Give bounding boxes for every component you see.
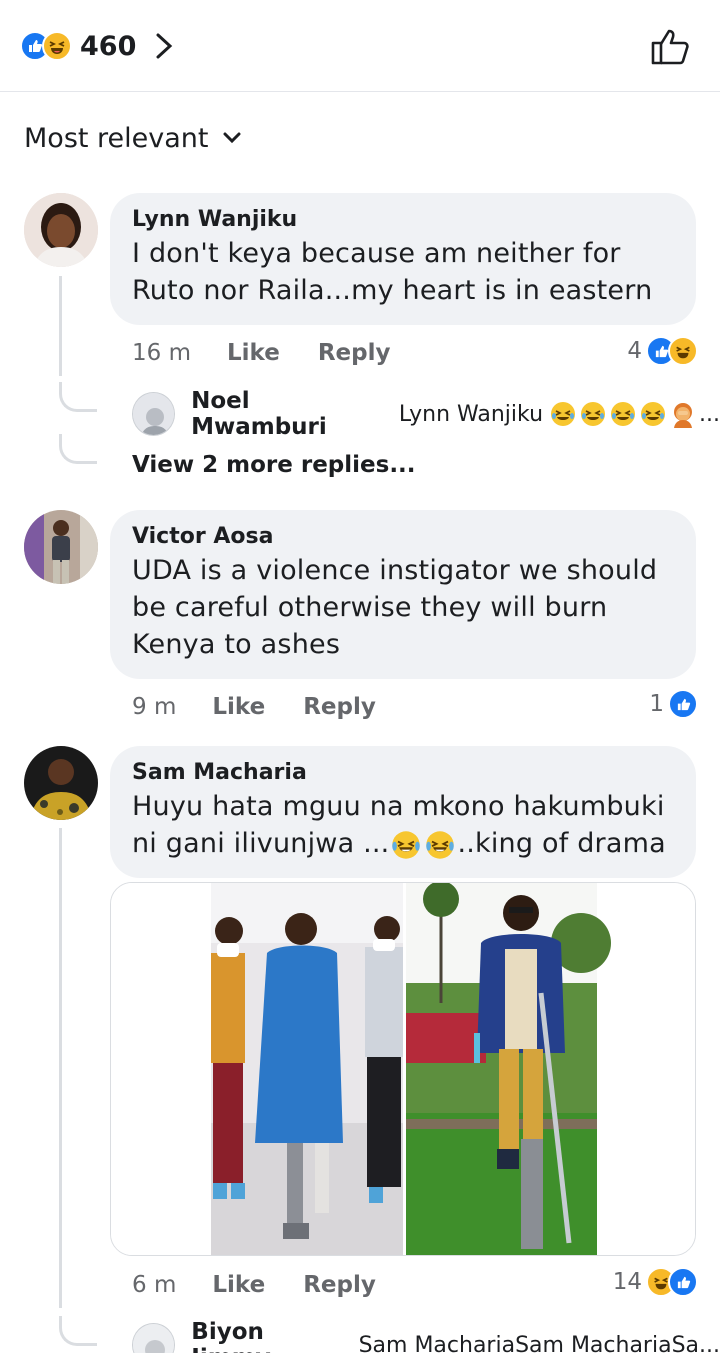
emoji-row (549, 400, 697, 428)
comment-text: Huyu hata mguu na mkono hakumbuki ni gan… (132, 788, 674, 862)
reply-text: Lynn Wanjiku (398, 401, 544, 427)
comment-text-end: ..king of drama (457, 828, 666, 859)
avatar[interactable] (24, 510, 98, 584)
chevron-right-icon (156, 33, 173, 59)
avatar[interactable] (132, 392, 176, 436)
comment-reactions[interactable]: 14 (613, 1267, 698, 1297)
reply-button[interactable]: Reply (318, 340, 391, 366)
view-more-replies[interactable]: View 2 more replies... (132, 452, 416, 478)
person-facepalm-emoji-icon (674, 403, 693, 428)
reply-author[interactable]: Noel Mwamburi (191, 388, 389, 440)
comment-time: 9 m (132, 694, 177, 720)
rofl-emoji-icon (611, 402, 636, 426)
like-icon (668, 1267, 698, 1297)
reaction-count: 1 (649, 691, 664, 717)
comment-time: 16 m (132, 340, 191, 366)
comment-time: 6 m (132, 1272, 177, 1298)
rofl-emoji-icon (551, 402, 576, 426)
reply-preview[interactable]: Noel Mwamburi Lynn Wanjiku ... (132, 388, 720, 440)
comment-actions: 9 m Like Reply (132, 691, 376, 723)
comment-text: UDA is a violence instigator we should b… (132, 555, 658, 660)
like-icon (668, 689, 698, 719)
rofl-emoji-icon (581, 402, 606, 426)
chevron-down-icon (223, 132, 241, 144)
haha-icon (42, 31, 72, 61)
reply-text: Sam MachariaSam MachariaSa... (358, 1332, 720, 1353)
reply-button[interactable]: Reply (303, 1272, 376, 1298)
comment-bubble[interactable]: Victor Aosa UDA is a violence instigator… (110, 510, 696, 679)
sort-dropdown[interactable]: Most relevant (24, 118, 241, 158)
like-button[interactable]: Like (227, 340, 280, 366)
comment-bubble[interactable]: Lynn Wanjiku I don't keya because am nei… (110, 193, 696, 325)
avatar[interactable] (24, 746, 98, 820)
thread-line (59, 276, 62, 376)
reaction-count: 460 (80, 30, 137, 62)
attached-image (111, 883, 695, 1255)
comment-reactions[interactable]: 4 (627, 336, 698, 366)
reply-trailing: ... (699, 401, 720, 427)
reply-button[interactable]: Reply (303, 694, 376, 720)
reaction-count: 4 (627, 338, 642, 364)
comment-actions: 6 m Like Reply (132, 1269, 376, 1301)
haha-icon (668, 336, 698, 366)
reply-preview[interactable]: Biyon Jimmy Sam MachariaSam MachariaSa..… (132, 1319, 720, 1353)
reaction-count: 14 (612, 1269, 642, 1295)
joy-emoji-icon (392, 830, 421, 859)
comment-reactions[interactable]: 1 (649, 689, 698, 719)
comment-bubble[interactable]: Sam Macharia Huyu hata mguu na mkono hak… (110, 746, 696, 878)
joy-emoji-icon (426, 830, 455, 859)
like-button[interactable]: Like (212, 1272, 265, 1298)
comment-author[interactable]: Victor Aosa (132, 522, 674, 552)
like-button[interactable]: Like (212, 694, 265, 720)
thread-connector (59, 434, 97, 464)
avatar[interactable] (132, 1323, 176, 1353)
comment-text: I don't keya because am neither for Ruto… (132, 238, 653, 306)
comment-author[interactable]: Lynn Wanjiku (132, 205, 674, 235)
thumbs-up-outline-icon[interactable] (650, 26, 692, 66)
comment-photo[interactable] (110, 882, 696, 1256)
reactions-summary[interactable]: 460 (20, 24, 174, 68)
thread-connector (59, 382, 97, 412)
rofl-emoji-icon (641, 402, 666, 426)
comment-author[interactable]: Sam Macharia (132, 758, 674, 788)
thread-line (59, 828, 62, 1308)
sort-label: Most relevant (24, 122, 209, 154)
thread-connector (59, 1316, 97, 1346)
avatar[interactable] (24, 193, 98, 267)
reply-author[interactable]: Biyon Jimmy (191, 1319, 348, 1353)
comment-actions: 16 m Like Reply (132, 337, 390, 369)
reactions-header: 460 (0, 0, 720, 92)
